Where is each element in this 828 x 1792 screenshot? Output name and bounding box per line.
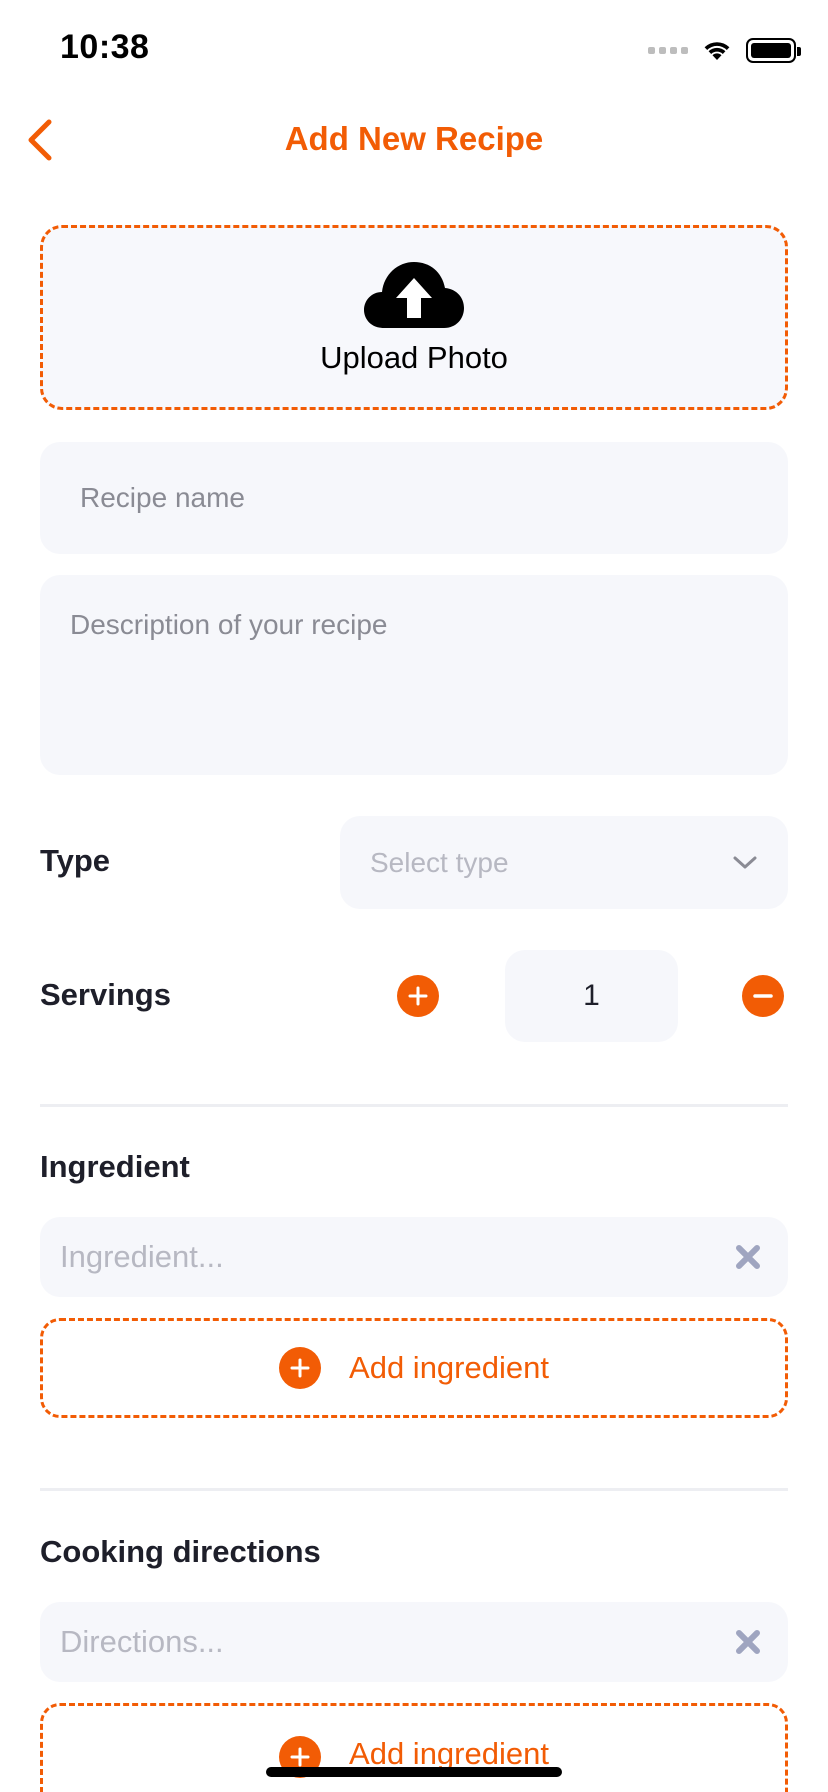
close-icon <box>736 1245 760 1269</box>
wifi-icon <box>704 42 730 60</box>
page-title: Add New Recipe <box>284 120 544 157</box>
cloud-upload-icon <box>364 261 464 328</box>
servings-label: Servings <box>40 977 171 1012</box>
servings-value[interactable]: 1 <box>505 950 678 1042</box>
minus-icon <box>753 994 773 998</box>
servings-increment-button[interactable] <box>397 975 439 1017</box>
plus-circle-icon <box>279 1347 322 1389</box>
close-icon <box>736 1630 760 1654</box>
battery-icon <box>746 37 801 63</box>
status-icons <box>648 36 801 64</box>
status-time: 10:38 <box>60 28 150 66</box>
type-select-placeholder: Select type <box>370 846 509 878</box>
description-field-container <box>40 575 788 775</box>
nav-bar: Add New Recipe <box>0 100 828 180</box>
ingredient-input[interactable]: Ingredient... <box>40 1217 788 1297</box>
directions-section-title: Cooking directions <box>40 1534 321 1569</box>
servings-decrement-button[interactable] <box>742 975 784 1017</box>
home-indicator[interactable] <box>266 1767 562 1777</box>
ingredient-section-title: Ingredient <box>40 1149 190 1184</box>
add-ingredient-label: Add ingredient <box>349 1350 549 1385</box>
add-ingredient-button[interactable]: Add ingredient <box>40 1318 788 1418</box>
recipe-name-field-container <box>40 442 788 554</box>
ingredient-placeholder: Ingredient... <box>60 1239 224 1274</box>
directions-input[interactable]: Directions... <box>40 1602 788 1682</box>
ingredient-remove-button[interactable] <box>728 1237 768 1277</box>
type-select[interactable]: Select type <box>340 816 788 909</box>
upload-photo-button[interactable]: Upload Photo <box>40 225 788 410</box>
add-direction-button[interactable]: Add ingredient <box>40 1703 788 1792</box>
description-input[interactable] <box>70 609 758 741</box>
section-divider <box>40 1104 788 1107</box>
directions-placeholder: Directions... <box>60 1624 224 1659</box>
section-divider <box>40 1488 788 1491</box>
upload-photo-label: Upload Photo <box>320 339 508 375</box>
plus-icon <box>408 986 428 1006</box>
status-bar: 10:38 <box>0 0 828 100</box>
type-label: Type <box>40 843 111 878</box>
directions-remove-button[interactable] <box>728 1622 768 1662</box>
recipe-name-input[interactable] <box>80 482 748 514</box>
chevron-down-icon <box>733 856 757 868</box>
cellular-signal-icon <box>648 46 688 54</box>
